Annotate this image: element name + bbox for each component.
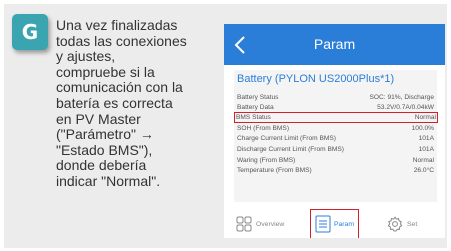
row-value: 26.0°C xyxy=(413,167,434,174)
charge-limit-row: Charge Current Limit (From BMS) 101A xyxy=(237,134,434,143)
row-value: 101A xyxy=(418,146,434,153)
row-label: BMS Status xyxy=(236,114,271,121)
discharge-limit-row: Discharge Current Limit (From BMS) 101A xyxy=(237,145,434,154)
soh-row: SOH (From BMS) 100.0% xyxy=(237,124,434,133)
row-label: Battery Data xyxy=(237,104,274,111)
temperature-row: Temperature (From BMS) 26.0°C xyxy=(237,166,434,175)
row-value: SOC: 91%, Discharge xyxy=(369,94,435,101)
warning-row: Waring (From BMS) Normal xyxy=(237,156,434,165)
instruction-text: Una vez finalizadas todas las conexiones… xyxy=(56,17,187,189)
tab-param[interactable]: Param xyxy=(310,209,359,238)
row-label: SOH (From BMS) xyxy=(237,125,290,132)
row-label: Battery Status xyxy=(237,94,279,101)
tab-label: Set xyxy=(407,220,418,228)
app-screenshot: Param Battery (PYLON US2000Plus*1) Batte… xyxy=(224,24,445,238)
gear-icon xyxy=(387,216,403,232)
tab-label: Param xyxy=(333,220,355,228)
param-icon xyxy=(315,215,331,233)
tab-set[interactable]: Set xyxy=(387,210,433,238)
app-header: Param xyxy=(224,24,445,65)
row-label: Temperature (From BMS) xyxy=(237,167,312,174)
bms-status-row: BMS Status Normal xyxy=(234,112,438,123)
row-value: 53.2V/0.7A/0.04kW xyxy=(377,104,434,111)
overview-icon xyxy=(236,216,252,232)
page-title: Param xyxy=(313,36,356,52)
battery-panel: Battery (PYLON US2000Plus*1) Battery Sta… xyxy=(234,70,438,202)
row-value: Normal xyxy=(412,157,434,164)
battery-data-row: Battery Data 53.2V/0.7A/0.04kW xyxy=(237,103,434,112)
tab-overview[interactable]: Overview xyxy=(236,210,292,238)
row-label: Charge Current Limit (From BMS) xyxy=(237,135,336,142)
tab-label: Overview xyxy=(256,220,285,228)
row-label: Discharge Current Limit (From BMS) xyxy=(237,146,344,153)
row-label: Waring (From BMS) xyxy=(237,157,296,164)
row-value: 100.0% xyxy=(411,125,434,132)
battery-panel-title: Battery (PYLON US2000Plus*1) xyxy=(237,73,395,85)
row-value: Normal xyxy=(414,114,436,121)
battery-status-row: Battery Status SOC: 91%, Discharge xyxy=(237,93,434,102)
instruction-card: G Una vez finalizadas todas las conexion… xyxy=(4,4,447,248)
row-value: 101A xyxy=(418,135,434,142)
bottom-tab-bar: Overview Param Set xyxy=(224,209,445,238)
step-badge: G xyxy=(12,14,48,50)
